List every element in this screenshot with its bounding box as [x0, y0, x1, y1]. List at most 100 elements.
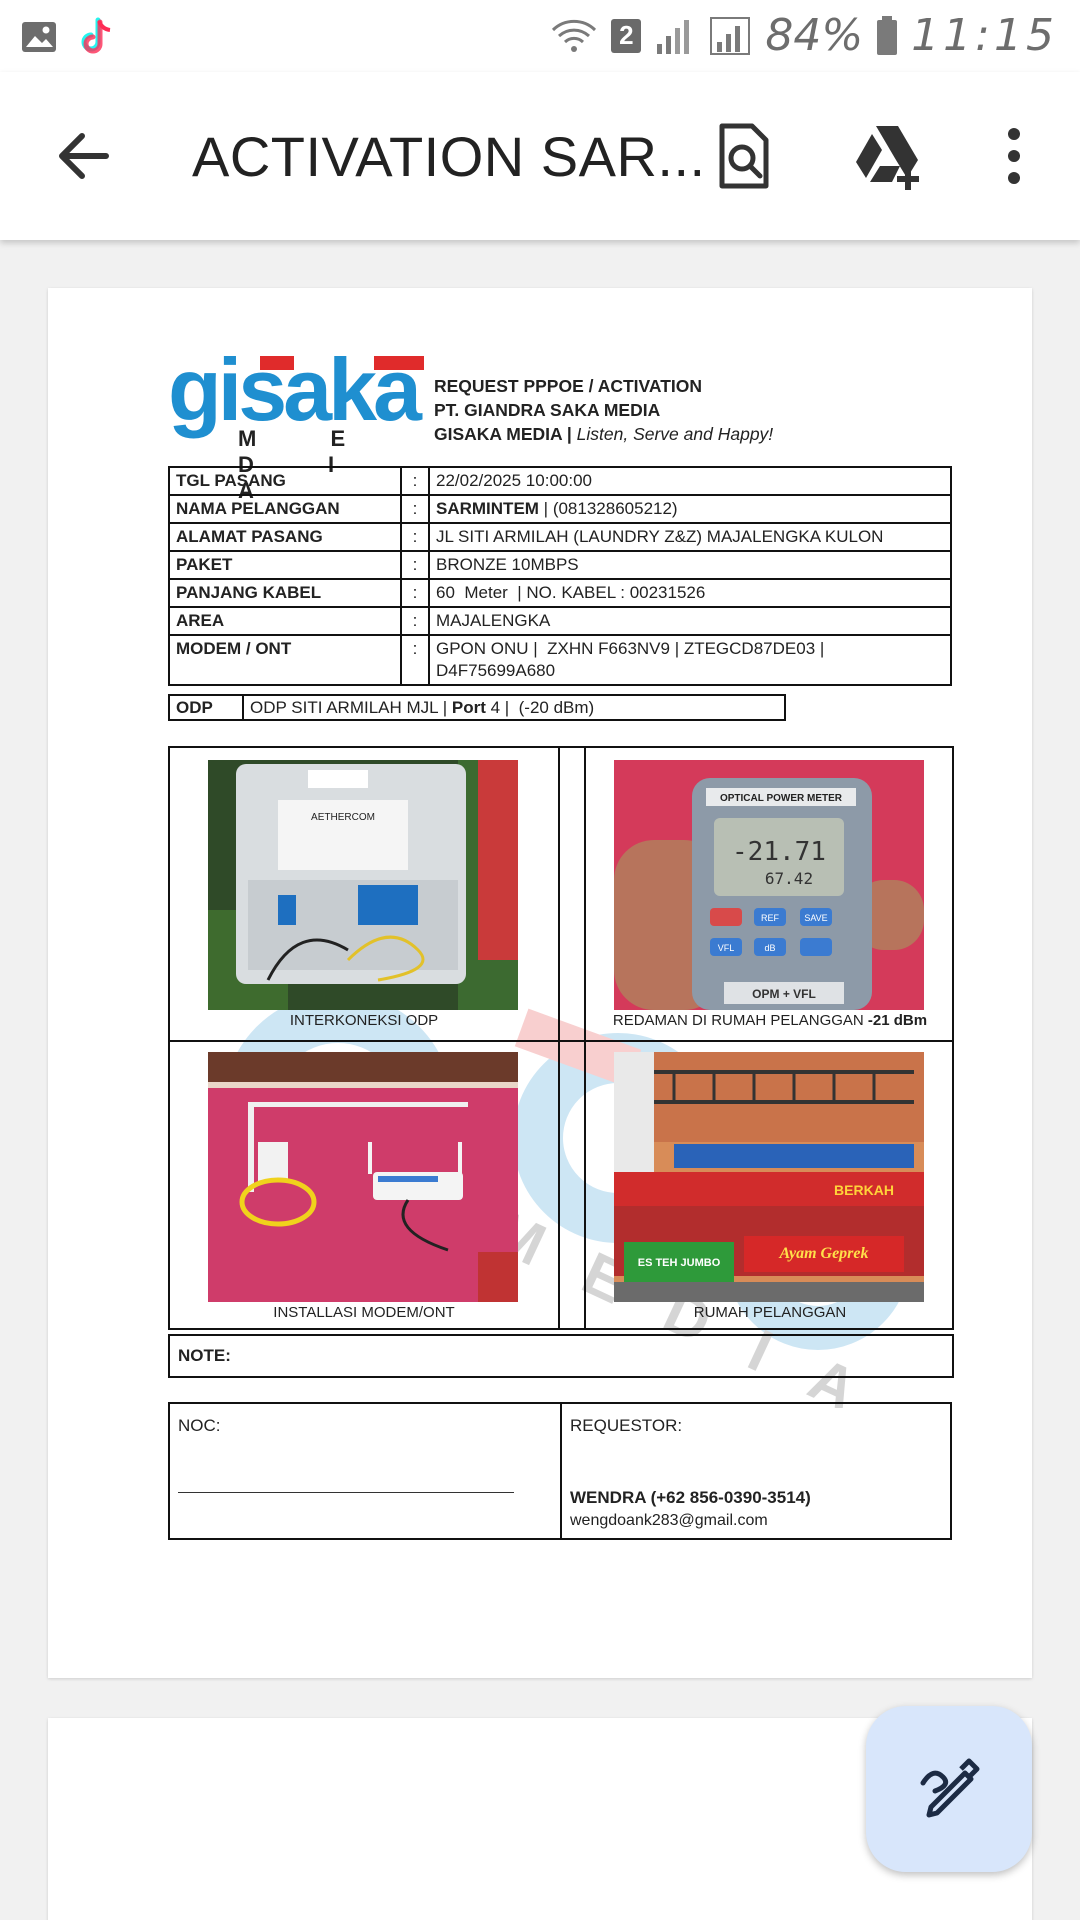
customer-name: SARMINTEM — [436, 499, 539, 518]
photo-house: BERKAH ES TEH JUMBO Ayam Geprek — [614, 1052, 924, 1302]
modem-line-1: GPON ONU | ZXHN F663NV9 | ZTEGCD87DE03 | — [436, 639, 825, 658]
requestor-label: REQUESTOR: — [570, 1416, 683, 1435]
meter-btn-save: SAVE — [804, 913, 827, 923]
table-row: NAMA PELANGGAN : SARMINTEM | (0813286052… — [168, 494, 952, 524]
signal-icon-2 — [710, 16, 751, 55]
modem-image — [208, 1052, 518, 1302]
clock: 11:15 — [911, 10, 1058, 61]
gallery-icon — [22, 22, 56, 52]
note-label: NOTE: — [178, 1346, 231, 1365]
app-bar: ACTIVATION SAR... — [0, 72, 1080, 240]
table-row: MODEM / ONT : GPON ONU | ZXHN F663NV9 | … — [168, 634, 952, 686]
meter-reading: -21.71 — [732, 837, 826, 867]
header-line-2: PT. GIANDRA SAKA MEDIA — [434, 400, 661, 420]
form-header: REQUEST PPPOE / ACTIVATION PT. GIANDRA S… — [434, 374, 773, 446]
wifi-icon — [552, 19, 597, 52]
modem-line-2: D4F75699A680 — [436, 661, 556, 680]
logo-wordmark: gisaka — [168, 340, 422, 439]
odp-label: ODP — [168, 694, 244, 721]
odp-port-value: 4 | (-20 dBm) — [485, 697, 595, 717]
header-line-3: GISAKA MEDIA | Listen, Serve and Happy! — [434, 422, 773, 446]
more-vert-icon[interactable] — [978, 120, 1050, 192]
meter-btn-vfl: VFL — [718, 943, 735, 953]
photo-caption: REDAMAN DI RUMAH PELANGGAN -21 dBm — [590, 1012, 950, 1029]
header-line-1: REQUEST PPPOE / ACTIVATION — [434, 376, 703, 396]
status-bar: 2 84% 11:15 — [0, 0, 1080, 72]
table-row: AREA : MAJALENGKA — [168, 606, 952, 636]
shop-sign: Ayam Geprek — [778, 1245, 868, 1262]
meter-reading-2: 67.42 — [765, 869, 813, 888]
signal-icon — [657, 19, 690, 54]
photo-caption: INTERKONEKSI ODP — [184, 1012, 544, 1029]
house-image: BERKAH ES TEH JUMBO Ayam Geprek — [614, 1052, 924, 1302]
document-title: ACTIVATION SAR... — [192, 125, 706, 188]
row-value: GPON ONU | ZXHN F663NV9 | ZTEGCD87DE03 |… — [428, 634, 952, 686]
row-value: BRONZE 10MBPS — [428, 550, 952, 580]
row-value: 22/02/2025 10:00:00 — [428, 466, 952, 496]
customer-phone: | (081328605212) — [538, 499, 678, 518]
signature-box: NOC: REQUESTOR: WENDRA (+62 856-0390-351… — [168, 1402, 952, 1540]
row-label: PAKET — [168, 550, 402, 580]
row-label: NAMA PELANGGAN — [168, 494, 402, 524]
odp-port-label: Port — [451, 697, 486, 717]
requestor-name: WENDRA (+62 856-0390-3514) — [570, 1488, 811, 1507]
battery-icon — [877, 15, 898, 55]
tiktok-icon — [81, 17, 111, 54]
row-colon: : — [400, 522, 430, 552]
document-page: gisaka M E D I A REQUEST PPPOE / ACTIVAT… — [48, 288, 1032, 1678]
row-colon: : — [400, 606, 430, 636]
sim-badge: 2 — [611, 18, 642, 53]
caption-text: REDAMAN DI RUMAH PELANGGAN — [612, 1012, 868, 1029]
row-label: MODEM / ONT — [168, 634, 402, 686]
battery-percent: 84% — [765, 10, 864, 61]
meter-brand-text: OPM + VFL — [752, 987, 816, 1001]
header-tagline: Listen, Serve and Happy! — [576, 424, 774, 444]
divider — [170, 1040, 952, 1042]
caption-text: RUMAH PELANGGAN — [693, 1304, 847, 1321]
row-colon: : — [400, 466, 430, 496]
power-meter-image: OPTICAL POWER METER -21.71 67.42 REF SAV… — [614, 760, 924, 1010]
row-value: 60 Meter | NO. KABEL : 00231526 — [428, 578, 952, 608]
caption-bold: -21 dBm — [867, 1012, 928, 1029]
caption-text: INSTALLASI MODEM/ONT — [273, 1304, 455, 1321]
drive-add-icon[interactable] — [852, 120, 932, 192]
row-value: JL SITI ARMILAH (LAUNDRY Z&Z) MAJALENGKA… — [428, 522, 952, 552]
customer-info-table: TGL PASANG : 22/02/2025 10:00:00 NAMA PE… — [168, 466, 952, 686]
activation-form: gisaka M E D I A REQUEST PPPOE / ACTIVAT… — [48, 288, 1032, 1678]
edit-fab-button[interactable] — [866, 1706, 1032, 1872]
gisaka-logo: gisaka M E D I A — [168, 340, 428, 503]
header-company: GISAKA MEDIA | — [434, 424, 572, 444]
photo-power-meter: OPTICAL POWER METER -21.71 67.42 REF SAV… — [614, 760, 924, 1010]
odp-image: AETHERCOM — [208, 760, 518, 1010]
table-row: ALAMAT PASANG : JL SITI ARMILAH (LAUNDRY… — [168, 522, 952, 552]
meter-btn-ref: REF — [761, 913, 780, 923]
document-search-icon[interactable] — [708, 120, 780, 192]
shop-banner: ES TEH JUMBO — [638, 1257, 721, 1269]
odp-table: ODP ODP SITI ARMILAH MJL | Port 4 | (-20… — [168, 694, 786, 721]
photo-caption: INSTALLASI MODEM/ONT — [184, 1304, 544, 1321]
table-row: ODP ODP SITI ARMILAH MJL | Port 4 | (-20… — [168, 694, 786, 721]
caption-text: INTERKONEKSI ODP — [289, 1012, 439, 1029]
divider — [584, 748, 586, 1328]
meter-btn-db: dB — [764, 943, 775, 953]
noc-signature-line — [178, 1492, 514, 1493]
noc-label: NOC: — [178, 1416, 221, 1435]
requestor-email: wengdoank283@gmail.com — [570, 1512, 768, 1529]
row-colon: : — [400, 578, 430, 608]
edit-pen-icon — [920, 1758, 980, 1818]
row-label: AREA — [168, 606, 402, 636]
shop-sign-2: BERKAH — [834, 1182, 894, 1198]
meter-title-text: OPTICAL POWER METER — [720, 793, 843, 804]
note-box: NOTE: — [168, 1334, 954, 1378]
photo-caption: RUMAH PELANGGAN — [590, 1304, 950, 1321]
divider — [560, 1404, 562, 1538]
photo-grid: AETHERCOM INTERKONEKSI ODP OPTICAL POWER… — [168, 746, 954, 1330]
table-row: PANJANG KABEL : 60 Meter | NO. KABEL : 0… — [168, 578, 952, 608]
photo-odp: AETHERCOM — [208, 760, 518, 1010]
odp-value: ODP SITI ARMILAH MJL | Port 4 | (-20 dBm… — [242, 694, 786, 721]
odp-name: ODP SITI ARMILAH MJL | — [250, 697, 448, 717]
back-arrow-icon[interactable] — [52, 124, 116, 188]
row-label: PANJANG KABEL — [168, 578, 402, 608]
row-label: ALAMAT PASANG — [168, 522, 402, 552]
divider — [558, 748, 560, 1328]
